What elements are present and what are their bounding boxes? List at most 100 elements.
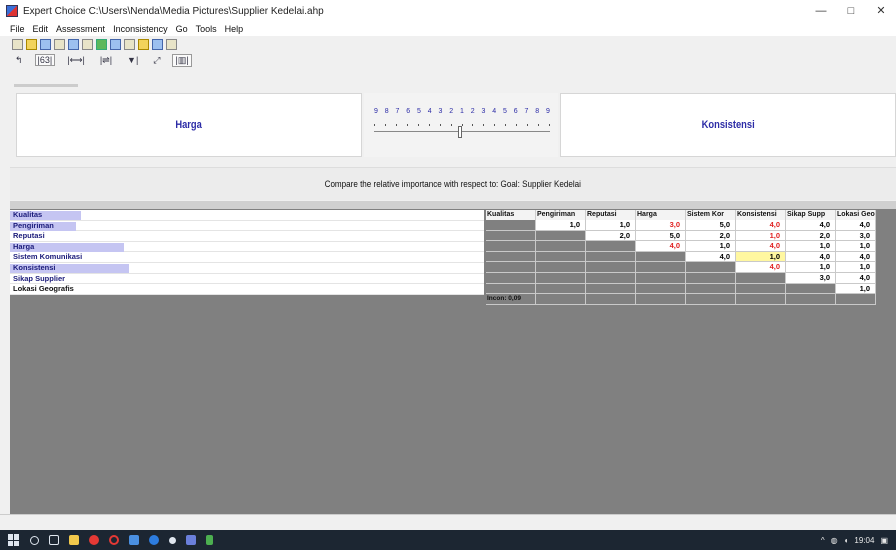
scale-number[interactable]: 9 <box>374 108 378 115</box>
menu-help[interactable]: Help <box>225 24 244 34</box>
column-header[interactable]: Kualitas <box>486 210 536 220</box>
scale-number[interactable]: 7 <box>525 108 529 115</box>
scale-number[interactable]: 1 <box>460 108 464 115</box>
scale-number[interactable]: 5 <box>503 108 507 115</box>
matrix-cell[interactable]: 1,0 <box>586 220 636 231</box>
matrix-cell[interactable]: 1,0 <box>686 241 736 252</box>
opera-icon[interactable] <box>109 535 119 545</box>
comparison-scale[interactable]: 98765432123456789 <box>364 93 558 157</box>
scale-number[interactable]: 8 <box>535 108 539 115</box>
scale-number[interactable]: 3 <box>439 108 443 115</box>
numerical-button[interactable]: |63| <box>34 54 56 66</box>
numerical-mode-icon[interactable] <box>68 38 79 50</box>
row-label[interactable]: Reputasi <box>10 231 484 242</box>
row-label[interactable]: Harga <box>10 241 484 253</box>
menu-assessment[interactable]: Assessment <box>56 24 105 34</box>
menu-edit[interactable]: Edit <box>33 24 49 34</box>
matrix-cell[interactable]: 4,0 <box>836 272 876 284</box>
close-button[interactable]: ✕ <box>866 0 896 22</box>
column-header[interactable]: Harga <box>636 210 686 220</box>
tray-caret-icon[interactable]: ^ <box>821 536 825 545</box>
settings-icon[interactable] <box>169 536 176 544</box>
windows-start-icon[interactable] <box>8 534 20 546</box>
scale-number[interactable]: 3 <box>482 108 486 115</box>
scale-number[interactable]: 9 <box>546 108 550 115</box>
minimize-button[interactable]: — <box>806 0 836 22</box>
clock[interactable]: 19:04 <box>854 536 874 545</box>
matrix-cell[interactable]: 1,0 <box>536 220 586 231</box>
matrix-cell[interactable]: 5,0 <box>636 230 686 242</box>
column-header[interactable]: Lokasi Geo <box>836 210 876 220</box>
matrix-view-icon[interactable]: |▥| <box>172 53 192 67</box>
network-icon[interactable]: ◍ <box>831 536 838 545</box>
scale-number[interactable]: 2 <box>449 108 453 115</box>
matrix-cell[interactable]: 1,0 <box>836 241 876 252</box>
scale-number[interactable]: 8 <box>385 108 389 115</box>
matrix-cell[interactable]: 1,0 <box>736 230 786 242</box>
scale-number[interactable]: 2 <box>471 108 475 115</box>
filter-icon[interactable]: ▼| <box>124 54 141 66</box>
row-label[interactable]: Pengiriman <box>10 220 484 232</box>
row-label[interactable]: Lokasi Geografis <box>10 284 484 295</box>
row-label[interactable]: Sikap Supplier <box>10 273 484 285</box>
open-folder-icon[interactable] <box>26 38 37 50</box>
menu-inconsistency[interactable]: Inconsistency <box>113 24 168 34</box>
matrix-cell[interactable]: 5,0 <box>686 220 736 231</box>
row-label[interactable]: Sistem Komunikasi <box>10 252 484 263</box>
print-icon[interactable] <box>54 38 65 50</box>
expert-choice-task-icon[interactable] <box>186 535 196 545</box>
column-header[interactable]: Pengiriman <box>536 210 586 220</box>
graphical-mode-icon[interactable] <box>96 38 107 50</box>
column-header[interactable]: Reputasi <box>586 210 636 220</box>
scale-slider-thumb[interactable] <box>458 126 462 138</box>
app-blue-round-icon[interactable] <box>149 535 159 545</box>
new-file-icon[interactable] <box>12 38 23 50</box>
scale-number[interactable]: 7 <box>396 108 400 115</box>
notification-icon[interactable]: ▣ <box>880 536 888 545</box>
invert-icon[interactable]: ⤢ <box>150 54 163 67</box>
matrix-cell[interactable]: 1,0 <box>786 241 836 252</box>
column-header[interactable]: Sikap Supp <box>786 210 836 220</box>
column-header[interactable]: Sistem Kor <box>686 210 736 220</box>
volume-icon[interactable]: ◖ <box>844 536 849 545</box>
right-element-panel[interactable]: Konsistensi <box>560 93 896 157</box>
goal-icon[interactable] <box>124 38 135 50</box>
matrix-cell[interactable]: 1,0 <box>836 283 876 295</box>
menu-file[interactable]: File <box>10 24 25 34</box>
save-icon[interactable] <box>40 38 51 50</box>
questionnaire-icon[interactable] <box>110 38 121 50</box>
matrix-cell[interactable]: 4,0 <box>736 220 786 231</box>
row-label[interactable]: Kualitas <box>10 210 484 221</box>
menu-go[interactable]: Go <box>176 24 188 34</box>
matrix-cell[interactable]: 2,0 <box>786 230 836 242</box>
app-red-icon[interactable] <box>89 535 99 545</box>
menu-tools[interactable]: Tools <box>196 24 217 34</box>
graphical-button[interactable]: |⇌| <box>97 54 115 67</box>
app-green-icon[interactable] <box>206 535 213 545</box>
verbal-mode-icon[interactable] <box>82 38 93 50</box>
matrix-cell[interactable]: 4,0 <box>686 251 736 263</box>
matrix-cell[interactable]: 4,0 <box>836 220 876 231</box>
matrix-cell[interactable]: 4,0 <box>786 251 836 263</box>
scale-number[interactable]: 4 <box>492 108 496 115</box>
matrix-cell[interactable]: 1,0 <box>836 262 876 273</box>
search-icon[interactable] <box>30 535 39 545</box>
file-explorer-icon[interactable] <box>69 535 79 545</box>
column-header[interactable]: Konsistensi <box>736 210 786 220</box>
scale-number[interactable]: 6 <box>514 108 518 115</box>
matrix-cell[interactable]: 3,0 <box>786 272 836 284</box>
app-blue-icon[interactable] <box>129 535 139 545</box>
scale-number[interactable]: 6 <box>406 108 410 115</box>
scale-number[interactable]: 4 <box>428 108 432 115</box>
matrix-cell[interactable]: 4,0 <box>636 241 686 252</box>
undo-arrow-icon[interactable]: ↰ <box>12 54 26 67</box>
matrix-cell[interactable]: 1,0 <box>786 262 836 273</box>
verbal-button[interactable]: |⟷| <box>64 54 88 67</box>
matrix-cell[interactable]: 3,0 <box>836 230 876 242</box>
matrix-cell[interactable]: 2,0 <box>586 230 636 242</box>
matrix-cell[interactable]: 4,0 <box>736 241 786 252</box>
edit-pencil-icon[interactable] <box>138 38 149 50</box>
matrix-cell[interactable]: 4,0 <box>736 262 786 273</box>
calculate-icon[interactable] <box>152 38 163 50</box>
left-element-panel[interactable]: Harga <box>16 93 362 157</box>
